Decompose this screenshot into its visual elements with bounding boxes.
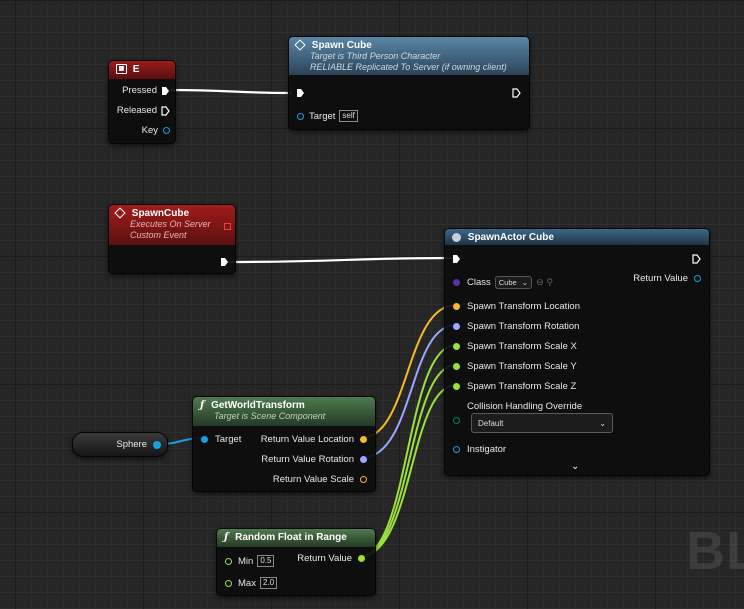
gwt-target-pin[interactable] xyxy=(201,436,208,443)
return-value-location-pin[interactable] xyxy=(360,436,367,443)
return-value-rotation-pin[interactable] xyxy=(360,456,367,463)
spawn-cube-call-node[interactable]: Spawn Cube Target is Third Person Charac… xyxy=(288,36,530,130)
exec-out-pin-spawn-actor[interactable] xyxy=(692,254,701,264)
exec-out-pin-spawn-cube[interactable] xyxy=(512,88,521,98)
min-value-field[interactable]: 0.5 xyxy=(257,555,275,567)
key-label: Key xyxy=(141,125,158,136)
spawn-cube-call-title: Spawn Cube xyxy=(311,40,372,51)
target-in-pin[interactable] xyxy=(297,112,304,120)
sphere-out-pin[interactable] xyxy=(153,440,161,449)
spawn-transform-location-pin[interactable] xyxy=(453,303,460,310)
spawn-actor-node[interactable]: SpawnActor Cube Class Cube ⌄ ⊖ ⚲ Return … xyxy=(444,228,710,476)
e-key-event-node[interactable]: ▦ E Pressed Released Key xyxy=(108,60,176,144)
expand-advanced-chevron-icon[interactable]: ⌄ xyxy=(571,461,579,472)
spawn-transform-scale-y-pin[interactable] xyxy=(453,363,460,370)
collision-handling-pin[interactable] xyxy=(453,417,460,424)
blueprint-watermark: BL xyxy=(686,521,744,581)
function-diamond-icon xyxy=(294,39,306,52)
class-in-pin[interactable] xyxy=(453,279,460,286)
collision-handling-value: Default xyxy=(478,418,504,428)
chevron-down-icon: ⌄ xyxy=(599,418,606,428)
instigator-pin[interactable] xyxy=(453,446,460,453)
keyboard-icon: ▦ xyxy=(116,64,127,75)
event-diamond-icon xyxy=(114,207,126,220)
released-label: Released xyxy=(116,105,157,116)
spawn-transform-rotation-pin[interactable] xyxy=(453,323,460,330)
event-delegate-pin[interactable] xyxy=(224,223,231,230)
exec-out-pin-pressed[interactable] xyxy=(161,86,170,96)
chevron-down-icon: ⌄ xyxy=(521,278,528,287)
spawn-transform-rotation-label: Spawn Transform Rotation xyxy=(467,321,580,332)
spawn-actor-icon xyxy=(452,232,461,242)
pressed-label: Pressed xyxy=(122,85,157,96)
function-icon: ƒ xyxy=(224,532,229,543)
exec-out-pin-released[interactable] xyxy=(161,105,170,116)
min-in-pin[interactable] xyxy=(225,557,232,565)
spawn-transform-scale-x-pin[interactable] xyxy=(453,343,460,350)
spawn-transform-scale-x-label: Spawn Transform Scale X xyxy=(467,341,577,352)
gwt-target-label: Target xyxy=(215,434,242,445)
return-value-out-pin[interactable] xyxy=(694,275,701,282)
random-float-title: Random Float in Range xyxy=(235,532,347,543)
return-value-scale-label: Return Value Scale xyxy=(272,474,354,485)
spawn-actor-title: SpawnActor Cube xyxy=(467,232,554,243)
random-float-node[interactable]: ƒ Random Float in Range Min 0.5 Max 2.0 … xyxy=(216,528,376,596)
exec-wire-pressed-to-spawn-cube xyxy=(169,88,293,95)
collision-handling-dropdown[interactable]: Default ⌄ xyxy=(471,413,613,433)
spawn-cube-call-subtitle-2: RELIABLE Replicated To Server (if owning… xyxy=(310,62,507,72)
sphere-label: Sphere xyxy=(116,439,147,450)
target-label: Target xyxy=(309,110,336,122)
sphere-variable-node[interactable]: Sphere xyxy=(72,432,168,457)
spawn-cube-event-subtitle-2: Custom Event xyxy=(130,230,187,240)
e-key-header: ▦ E xyxy=(109,61,175,79)
spawn-cube-call-header: Spawn Cube Target is Third Person Charac… xyxy=(289,37,529,75)
e-key-title: E xyxy=(132,64,140,75)
collision-handling-label: Collision Handling Override xyxy=(467,401,583,412)
spawn-cube-event-header: SpawnCube Executes On Server Custom Even… xyxy=(109,205,235,245)
get-world-transform-title: GetWorldTransform xyxy=(211,400,305,411)
exec-in-pin-spawn-cube[interactable] xyxy=(296,88,305,98)
get-world-transform-subtitle: Target is Scene Component xyxy=(214,411,326,421)
key-out-pin[interactable] xyxy=(163,127,170,134)
min-label: Min xyxy=(238,555,254,567)
spawn-transform-location-label: Spawn Transform Location xyxy=(467,301,581,312)
random-float-return-label: Return Value xyxy=(297,553,352,564)
spawn-cube-event-subtitle-1: Executes On Server xyxy=(130,219,211,229)
random-float-return-pin[interactable] xyxy=(358,555,365,562)
class-dropdown-value: Cube xyxy=(498,278,517,287)
instigator-label: Instigator xyxy=(467,444,507,455)
spawn-actor-header: SpawnActor Cube xyxy=(445,229,709,245)
return-value-label: Return Value xyxy=(633,273,688,284)
spawn-transform-scale-z-label: Spawn Transform Scale Z xyxy=(467,381,577,392)
class-label: Class xyxy=(467,277,491,288)
exec-out-pin-spawn-cube-event[interactable] xyxy=(220,257,229,267)
return-value-scale-pin[interactable] xyxy=(360,476,367,483)
max-label: Max xyxy=(238,577,256,589)
return-value-rotation-label: Return Value Rotation xyxy=(261,454,354,465)
spawn-cube-event-title: SpawnCube xyxy=(131,208,190,219)
spawn-transform-scale-y-label: Spawn Transform Scale Y xyxy=(467,361,577,372)
search-icon[interactable]: ⚲ xyxy=(547,277,554,288)
class-dropdown[interactable]: Cube ⌄ xyxy=(494,276,532,289)
get-world-transform-node[interactable]: ƒ GetWorldTransform Target is Scene Comp… xyxy=(192,396,376,492)
spawn-cube-call-subtitle-1: Target is Third Person Character xyxy=(310,51,441,61)
exec-in-pin-spawn-actor[interactable] xyxy=(452,254,461,264)
spawn-cube-event-node[interactable]: SpawnCube Executes On Server Custom Even… xyxy=(108,204,236,274)
browse-icon[interactable]: ⊖ xyxy=(536,277,544,288)
spawn-transform-scale-z-pin[interactable] xyxy=(453,383,460,390)
target-self-field[interactable]: self xyxy=(339,110,358,122)
max-in-pin[interactable] xyxy=(225,579,232,587)
random-float-header: ƒ Random Float in Range xyxy=(217,529,375,547)
function-icon: ƒ xyxy=(200,400,205,411)
return-value-location-label: Return Value Location xyxy=(260,434,354,445)
max-value-field[interactable]: 2.0 xyxy=(259,577,278,589)
exec-wire-event-to-spawn-actor xyxy=(227,256,453,264)
get-world-transform-header: ƒ GetWorldTransform Target is Scene Comp… xyxy=(193,397,375,426)
